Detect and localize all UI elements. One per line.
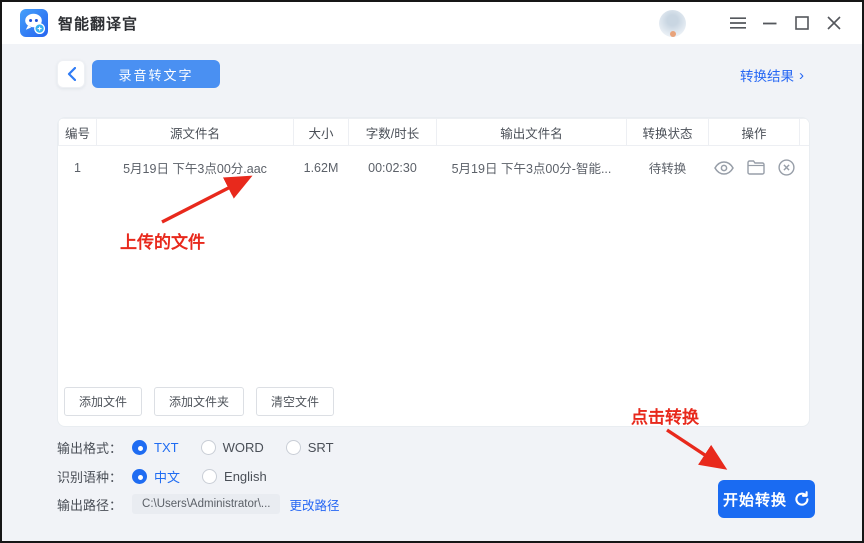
cell-output-name: 5月19日 下午3点00分-智能... [451,162,612,177]
radio-icon [200,440,216,455]
tab-audio-to-text[interactable]: 录音转文字 [92,60,220,88]
minimize-icon[interactable] [760,13,780,33]
chevron-right-icon: › [799,66,804,84]
maximize-icon[interactable] [792,13,812,33]
format-option-txt[interactable]: TXT [132,440,179,455]
format-option-label: TXT [154,440,179,455]
table-row: 1 5月19日 下午3点00分.aac 1.62M 00:02:30 5月19日… [59,146,810,190]
results-link-label: 转换结果 [740,69,794,84]
language-option-chinese[interactable]: 中文 [132,467,180,486]
close-icon[interactable] [824,13,844,33]
cell-actions [709,146,800,190]
start-convert-label: 开始转换 [722,491,787,509]
user-avatar[interactable] [659,9,686,37]
output-format-label: 输出格式： [57,441,123,456]
refresh-icon [794,491,810,507]
annotation-uploaded-file: 上传的文件 [120,233,205,252]
clear-files-button[interactable]: 清空文件 [256,387,335,416]
radio-icon [132,469,148,484]
back-button[interactable] [57,60,85,88]
table-header-row: 编号 源文件名 大小 字数/时长 输出文件名 转换状态 操作 [58,118,809,146]
file-actions: 添加文件 添加文件夹 清空文件 [64,387,335,416]
file-table-panel: 编号 源文件名 大小 字数/时长 输出文件名 转换状态 操作 1 5月19日 下… [57,117,810,427]
cell-source-name: 5月19日 下午3点00分.aac [123,162,267,177]
remove-file-icon[interactable] [777,159,795,176]
language-option-label: 中文 [154,470,181,485]
open-folder-icon[interactable] [746,160,765,175]
language-row: 识别语种： 中文 English [57,467,289,486]
format-option-word[interactable]: WORD [200,440,264,455]
add-file-button[interactable]: 添加文件 [64,387,143,416]
radio-icon [132,440,148,455]
app-logo-icon [20,9,48,37]
format-option-label: WORD [222,440,264,455]
app-window: 智能翻译官 录音转文字 转换结果 › 编号 源文件名 大小 字数/时长 输出文件… [0,0,864,543]
start-convert-button[interactable]: 开始转换 [718,480,815,518]
col-header-output: 输出文件名 [436,118,627,146]
format-option-label: SRT [307,440,334,455]
cell-index: 1 [74,160,81,175]
titlebar-controls [659,9,844,37]
format-option-srt[interactable]: SRT [285,440,334,455]
app-title: 智能翻译官 [58,15,139,33]
output-path-label: 输出路径： [57,497,123,513]
add-folder-button[interactable]: 添加文件夹 [154,387,245,416]
radio-icon [285,440,301,455]
col-header-size: 大小 [293,118,349,146]
output-path-value: C:\Users\Administrator\... [132,494,281,514]
status-badge: 待转换 [648,162,687,177]
col-header-status: 转换状态 [626,118,709,146]
conversion-results-link[interactable]: 转换结果 › [740,65,804,85]
language-option-label: English [224,469,267,484]
col-header-index: 编号 [58,118,97,146]
cell-size: 1.62M [303,160,339,175]
menu-icon[interactable] [728,13,748,33]
col-header-gutter [799,118,809,146]
language-label: 识别语种： [57,470,123,485]
output-path-row: 输出路径： C:\Users\Administrator\... 更改路径 [57,494,339,514]
annotation-click-convert: 点击转换 [631,408,699,427]
radio-icon [202,469,218,484]
language-option-english[interactable]: English [202,469,267,484]
col-header-actions: 操作 [708,118,800,146]
preview-eye-icon[interactable] [713,160,734,175]
output-format-row: 输出格式： TXT WORD SRT [57,438,356,457]
change-path-link[interactable]: 更改路径 [289,495,339,514]
files-table: 编号 源文件名 大小 字数/时长 输出文件名 转换状态 操作 1 5月19日 下… [58,118,810,190]
titlebar: 智能翻译官 [2,2,862,44]
chevron-left-icon [67,67,76,81]
col-header-source: 源文件名 [96,118,294,146]
cell-duration: 00:02:30 [368,160,417,175]
col-header-duration: 字数/时长 [348,118,437,146]
